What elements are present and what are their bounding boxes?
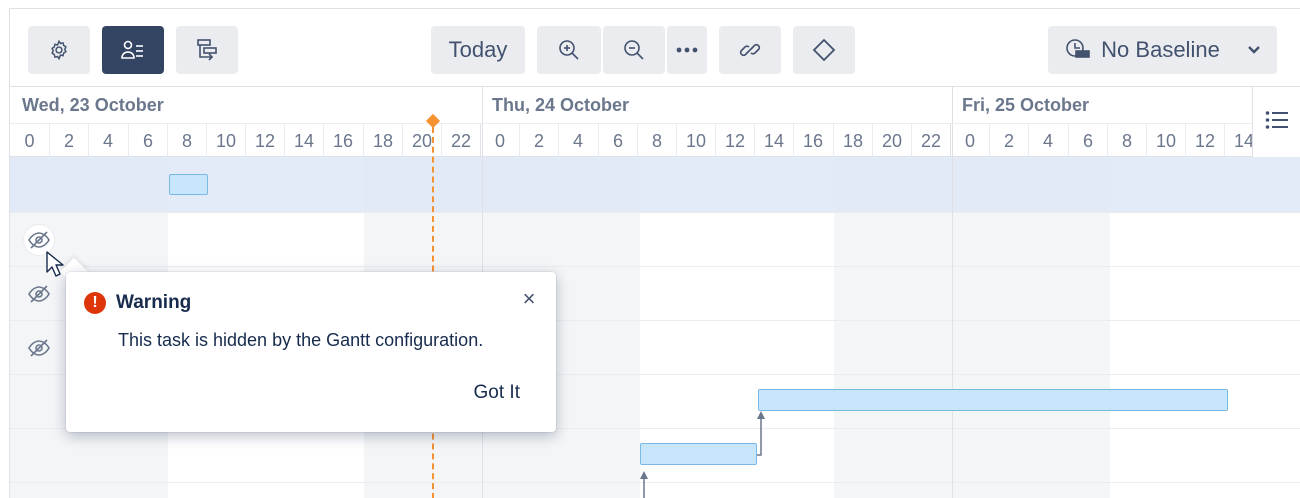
today-label: Today: [448, 37, 508, 62]
hour-label: 8: [167, 124, 206, 158]
hour-label: 10: [676, 124, 715, 158]
hour-label: 4: [1028, 124, 1067, 158]
hour-label: 4: [88, 124, 127, 158]
path-icon: [196, 38, 218, 62]
hour-label: 12: [715, 124, 754, 158]
today-button[interactable]: Today: [431, 26, 525, 74]
zoom-in-button[interactable]: [537, 26, 601, 74]
toolbar: Today No Baseline: [10, 9, 1300, 85]
gear-icon: [48, 39, 70, 61]
popup-header: ! Warning: [84, 292, 191, 314]
baseline-label: No Baseline: [1101, 37, 1220, 62]
hour-label: 22: [911, 124, 950, 158]
zoom-in-icon: [557, 38, 581, 62]
more-icon: [676, 47, 698, 53]
close-button[interactable]: ×: [516, 286, 542, 312]
hour-label: 22: [441, 124, 480, 158]
person-list-icon: [121, 39, 145, 61]
hours-row: 0 2 4 6 8 10 12 14 16 18 20 22 0 2 4 6 8 10 12 14 16 18 20 22 0 2…: [10, 123, 1255, 158]
baseline-dropdown[interactable]: No Baseline: [1048, 26, 1277, 74]
hour-label: 0: [480, 124, 519, 158]
hour-label: 8: [1107, 124, 1146, 158]
hour-label: 20: [402, 124, 441, 158]
link-icon: [738, 38, 762, 62]
mouse-cursor-icon: [46, 251, 64, 277]
hour-label: 6: [128, 124, 167, 158]
hour-label: 14: [284, 124, 323, 158]
hidden-eye-icon[interactable]: [24, 279, 54, 309]
hour-label: 2: [989, 124, 1028, 158]
popup-message: This task is hidden by the Gantt configu…: [118, 330, 484, 350]
hour-label: 6: [1068, 124, 1107, 158]
diamond-icon: [812, 38, 836, 62]
hour-label: 16: [323, 124, 362, 158]
timescale-header: Wed, 23 October Thu, 24 October Fri, 25 …: [10, 86, 1300, 158]
resources-button[interactable]: [102, 26, 164, 74]
hour-label: 10: [206, 124, 245, 158]
hidden-eye-icon[interactable]: [24, 333, 54, 363]
day-label: Wed, 23 October: [22, 95, 164, 115]
hour-label: 20: [872, 124, 911, 158]
milestone-button[interactable]: [793, 26, 855, 74]
critical-path-button[interactable]: [176, 26, 238, 74]
hour-label: 0: [950, 124, 989, 158]
hour-label: 6: [598, 124, 637, 158]
day-label: Thu, 24 October: [492, 95, 630, 115]
more-button[interactable]: [667, 26, 707, 74]
got-it-button[interactable]: Got It: [474, 382, 520, 404]
hour-label: 8: [637, 124, 676, 158]
settings-button[interactable]: [28, 26, 90, 74]
chevron-down-icon: [1247, 46, 1260, 54]
hour-label: 18: [833, 124, 872, 158]
hour-label: 2: [519, 124, 558, 158]
warning-popup: ! Warning This task is hidden by the Gan…: [66, 272, 556, 432]
hour-label: 14: [754, 124, 793, 158]
hour-label: 18: [363, 124, 402, 158]
link-button[interactable]: [719, 26, 781, 74]
hour-label: 4: [558, 124, 597, 158]
zoom-out-icon: [622, 38, 646, 62]
warning-icon: !: [84, 292, 106, 314]
day-label: Fri, 25 October: [962, 95, 1090, 115]
hour-label: 10: [1146, 124, 1185, 158]
hour-label: 16: [793, 124, 832, 158]
popup-title: Warning: [116, 292, 192, 313]
zoom-out-button[interactable]: [603, 26, 665, 74]
hour-label: 12: [245, 124, 284, 158]
baseline-icon: [1065, 38, 1091, 62]
list-icon: [1265, 110, 1289, 135]
hour-label: 12: [1185, 124, 1224, 158]
hour-label: 0: [24, 130, 35, 151]
hour-label: 2: [49, 124, 88, 158]
task-list-toggle[interactable]: [1252, 87, 1300, 157]
